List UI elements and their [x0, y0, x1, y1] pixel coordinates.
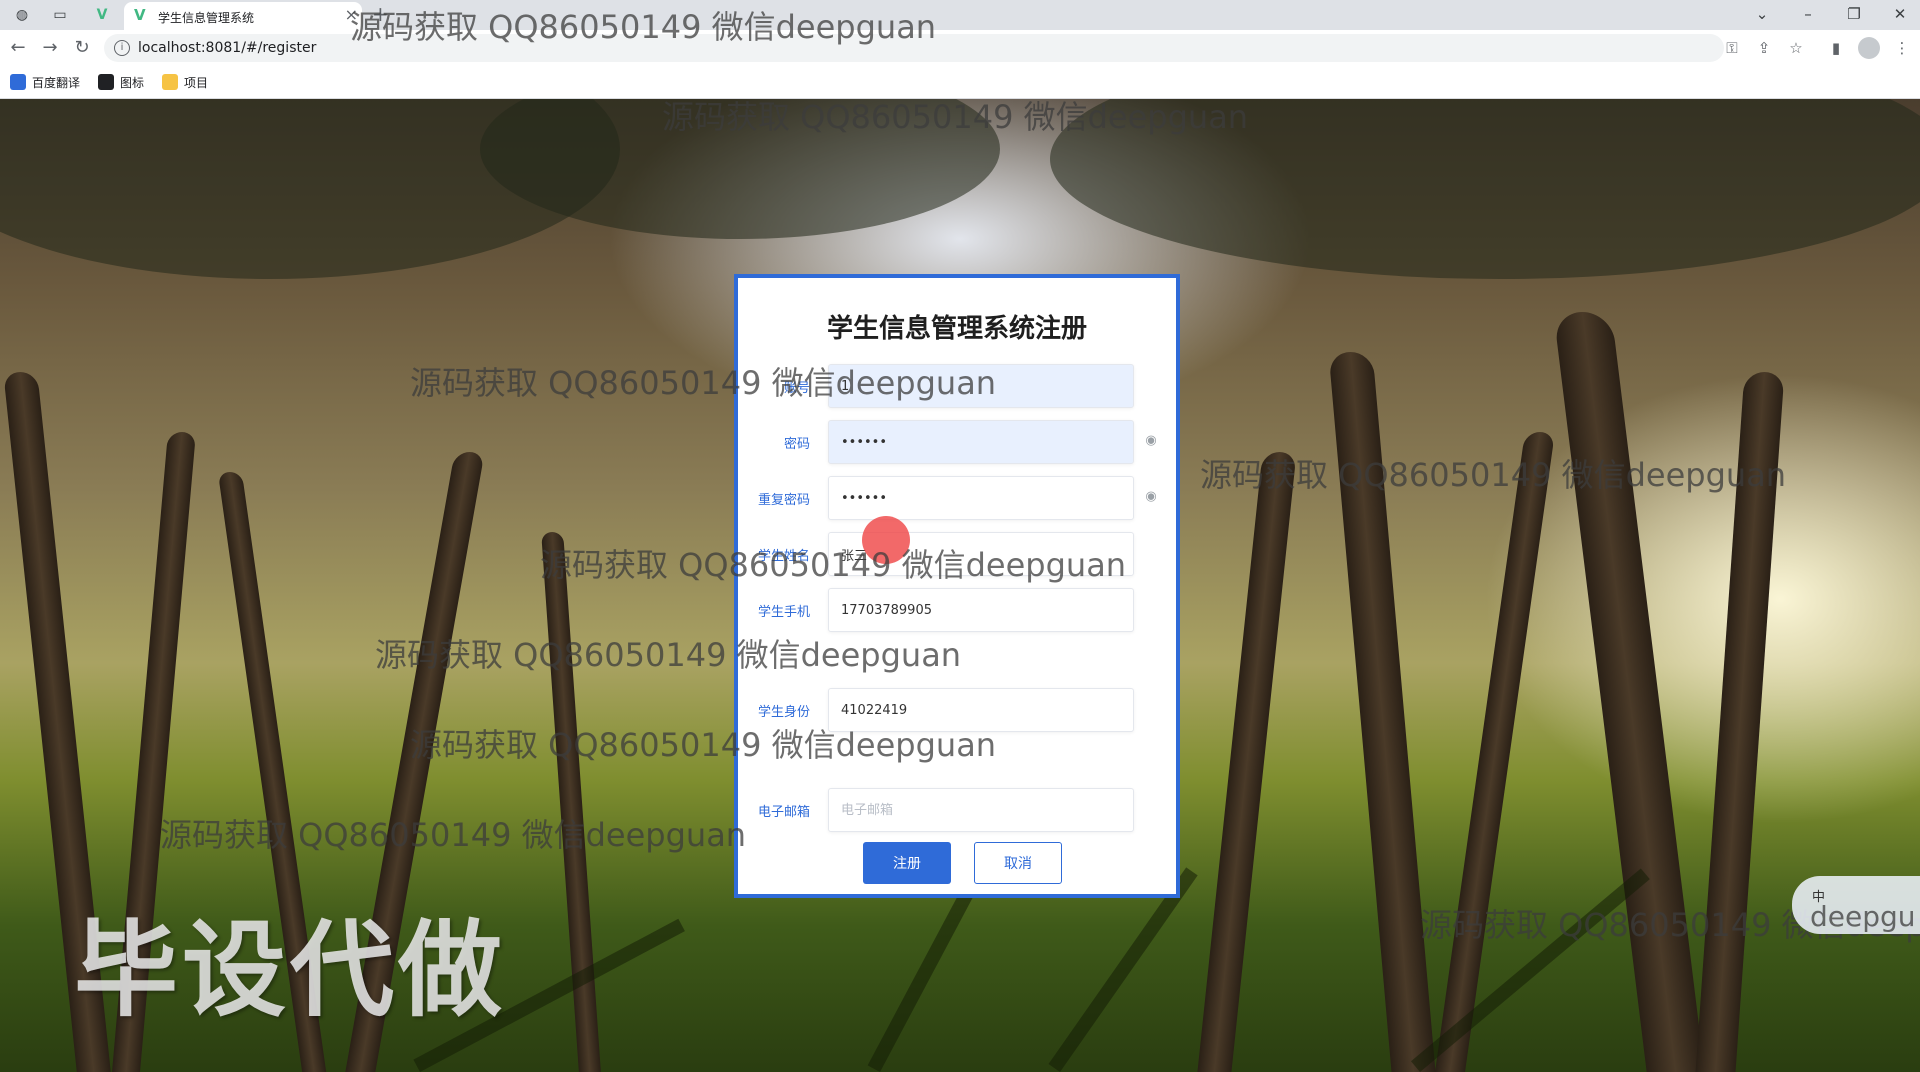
address-bar-row: ← → ↻ i localhost:8081/#/register ⚿ ⇪ ☆ …	[0, 30, 1920, 66]
watermark-text: 源码获取 QQ86050149 微信deepguan	[410, 364, 997, 402]
reload-icon[interactable]: ↻	[70, 36, 94, 60]
tree-trunk	[1435, 432, 1555, 1072]
profile-avatar[interactable]	[1858, 37, 1880, 59]
student-id-label: 学生身份	[757, 705, 810, 720]
restore-button[interactable]: ❐	[1836, 2, 1872, 26]
watermark-text: 源码获取 QQ86050149 微信deepguan	[350, 8, 937, 46]
share-icon[interactable]: ⇪	[1754, 38, 1774, 58]
site-info-icon[interactable]: i	[114, 40, 130, 56]
browser-tab-strip: ◍ ▭ V V 学生信息管理系统 × + ⌄ – ❐ ✕	[0, 0, 1920, 30]
watermark-text: 源码获取 QQ86050149 微信deepguan	[375, 636, 962, 674]
tree-trunk	[1197, 452, 1297, 1072]
minimize-button[interactable]: –	[1790, 2, 1826, 26]
watermark-text: 源码获取 QQ86050149 微信deepguan	[1200, 456, 1787, 494]
student-phone-input[interactable]	[828, 588, 1134, 632]
ime-watermark-fragment: deepgu	[1810, 900, 1916, 933]
repeat-password-row: 重复密码 ◉	[738, 476, 1176, 520]
repeat-password-label: 重复密码	[757, 493, 810, 508]
student-phone-label: 学生手机	[757, 605, 810, 620]
big-watermark: 毕设代做	[74, 909, 507, 1031]
image-icon	[98, 74, 114, 90]
side-panel-icon[interactable]: ▮	[1826, 38, 1846, 58]
key-icon[interactable]: ⚿	[1722, 38, 1742, 58]
watermark-text: 源码获取 QQ86050149 微信deepguan	[410, 726, 997, 764]
tab-icon[interactable]: ▭	[48, 4, 72, 26]
translate-icon	[10, 74, 26, 90]
menu-icon[interactable]: ⋮	[1892, 38, 1912, 58]
password-row: 密码 ◉	[738, 420, 1176, 464]
cancel-button[interactable]: 取消	[974, 842, 1062, 884]
password-input[interactable]	[828, 420, 1134, 464]
email-input[interactable]	[828, 788, 1134, 832]
watermark-text: 源码获取 QQ86050149 微信deepguan	[662, 98, 1249, 136]
eye-icon[interactable]: ◉	[1142, 488, 1160, 506]
vue-tab-icon[interactable]: V	[90, 4, 114, 26]
form-title: 学生信息管理系统注册	[826, 314, 1087, 344]
repeat-password-input[interactable]	[828, 476, 1134, 520]
tab-title: 学生信息管理系统	[158, 11, 255, 25]
tab-search-icon[interactable]: ⌄	[1744, 2, 1780, 26]
tree-shadow	[1411, 868, 1650, 1072]
password-label: 密码	[783, 437, 810, 452]
bookmark-item[interactable]: 项目	[162, 72, 208, 92]
globe-icon[interactable]: ◍	[10, 4, 34, 26]
folder-icon	[162, 74, 178, 90]
back-icon[interactable]: ←	[6, 36, 30, 60]
tree-trunk	[1553, 312, 1705, 1072]
bookmark-item[interactable]: 图标	[98, 72, 144, 92]
bookmark-item[interactable]: 百度翻译	[10, 72, 80, 92]
watermark-text: 源码获取 QQ86050149 微信deepguan	[160, 816, 747, 854]
close-window-button[interactable]: ✕	[1882, 2, 1918, 26]
star-icon[interactable]: ☆	[1786, 38, 1806, 58]
register-button[interactable]: 注册	[863, 842, 951, 884]
eye-icon[interactable]: ◉	[1142, 432, 1160, 450]
url-text[interactable]: localhost:8081/#/register	[138, 40, 316, 56]
forward-icon[interactable]: →	[38, 36, 62, 60]
tab-active[interactable]: V 学生信息管理系统 ×	[124, 2, 362, 30]
watermark-text: 源码获取 QQ86050149 微信deepguan	[540, 546, 1127, 584]
email-row: 电子邮箱	[738, 788, 1176, 832]
tree-shadow	[1048, 867, 1198, 1072]
student-phone-row: 学生手机	[738, 588, 1176, 632]
email-label: 电子邮箱	[757, 805, 810, 820]
vue-logo-icon: V	[134, 6, 146, 24]
ime-floating-bar[interactable]: 中 deepgu	[1792, 876, 1920, 934]
